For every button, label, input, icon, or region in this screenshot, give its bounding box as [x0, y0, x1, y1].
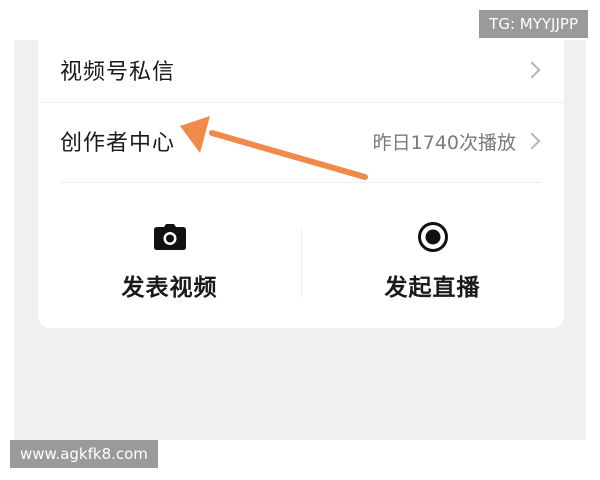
watermark-top-right: TG: MYYJJPP [479, 10, 588, 38]
chevron-right-icon [523, 132, 541, 150]
post-video-button[interactable]: 发表视频 [38, 210, 301, 320]
start-live-button[interactable]: 发起直播 [301, 210, 564, 320]
action-bar: 发表视频 发起直播 [38, 210, 564, 320]
start-live-label: 发起直播 [384, 275, 481, 301]
phone-screen: 视频号私信 创作者中心 昨日1740次播放 发表视频 发起直播 [14, 40, 586, 440]
watermark-bottom-left: www.agkfk8.com [10, 440, 158, 468]
divider [38, 102, 564, 103]
stage: 视频号私信 创作者中心 昨日1740次播放 发表视频 发起直播 TG: MYYJ… [0, 0, 600, 480]
record-icon [417, 222, 449, 252]
play-count-stat: 昨日1740次播放 [372, 131, 516, 154]
menu-card: 视频号私信 创作者中心 昨日1740次播放 发表视频 发起直播 [38, 40, 564, 328]
menu-item-right: 昨日1740次播放 [373, 128, 542, 155]
post-video-label: 发表视频 [121, 275, 218, 301]
menu-item-label: 视频号私信 [60, 60, 176, 85]
menu-item-creator-center[interactable]: 创作者中心 昨日1740次播放 [38, 110, 564, 172]
menu-item-channels-messages[interactable]: 视频号私信 [38, 40, 564, 100]
chevron-right-icon [523, 61, 541, 79]
menu-item-label: 创作者中心 [60, 131, 176, 156]
divider [60, 182, 542, 183]
menu-item-right [523, 61, 542, 79]
camera-icon [153, 222, 186, 252]
